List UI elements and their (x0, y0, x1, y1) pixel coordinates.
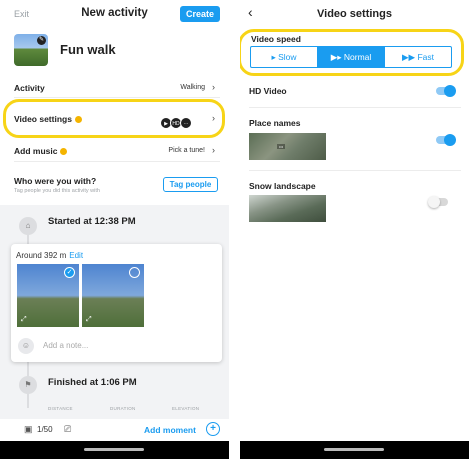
create-button[interactable]: Create (180, 6, 220, 22)
photo-2[interactable]: ⤢ (82, 264, 144, 327)
distance-label: Around 392 m Edit (16, 251, 84, 260)
divider (249, 170, 461, 171)
tag-people-button[interactable]: Tag people (163, 177, 218, 192)
note-input[interactable]: Add a note... (43, 341, 88, 350)
home-icon: ⌂ (19, 217, 37, 235)
top-bar: Exit New activity Create (0, 0, 229, 28)
stat-elevation: ELEVATION (172, 406, 200, 411)
select-circle-icon[interactable] (129, 267, 140, 278)
who-sub: Tag people you did this activity with (14, 188, 100, 194)
check-icon[interactable]: ✓ (64, 267, 75, 278)
activity-name[interactable]: Fun walk (60, 42, 116, 57)
new-activity-screen: Exit New activity Create ✎ Fun walk Acti… (0, 0, 229, 459)
snow-landscape-preview (249, 195, 326, 222)
activity-value[interactable]: Walking (180, 84, 205, 91)
toggle-knob (444, 134, 456, 146)
toggle-knob (444, 85, 456, 97)
snow-landscape-label: Snow landscape (249, 181, 316, 191)
place-names-toggle[interactable] (436, 134, 456, 146)
video-icon[interactable]: ⎚ (64, 424, 71, 435)
finish-time: Finished at 1:06 PM (48, 377, 137, 388)
panel-divider (229, 0, 240, 459)
stat-duration: DURATION (110, 406, 136, 411)
stat-distance: DISTANCE (48, 406, 73, 411)
add-music-label: Add music (14, 146, 58, 156)
image-icon: ▣ (24, 424, 33, 434)
page-title: Video settings (317, 8, 392, 20)
add-music-row[interactable]: Add music (14, 146, 68, 156)
home-pill[interactable] (324, 448, 384, 451)
photo-1[interactable]: ✓ ⤢ (17, 264, 79, 327)
start-time: Started at 12:38 PM (48, 216, 136, 227)
toggle-knob (428, 196, 440, 208)
emoji-icon[interactable]: ☺ (18, 338, 34, 354)
flag-icon: ⚑ (19, 376, 37, 394)
video-settings-highlight (3, 99, 225, 138)
chevron-right-icon: › (212, 145, 215, 155)
coin-icon (60, 148, 68, 156)
snow-landscape-toggle[interactable] (428, 196, 448, 208)
video-speed-highlight (240, 29, 464, 76)
photo-count: 1/50 (37, 425, 53, 434)
add-music-value[interactable]: Pick a tune! (168, 147, 205, 154)
place-names-preview: ••• (249, 133, 326, 160)
add-moment-button[interactable]: Add moment (144, 425, 196, 435)
plus-icon[interactable]: + (206, 422, 220, 436)
bottom-bar: ▣ 1/50 ⎚ Add moment + (0, 419, 229, 441)
video-settings-screen: ‹ Video settings Video speed ▸ Slow ▶▸ N… (240, 0, 469, 459)
system-nav-bar (0, 441, 229, 459)
home-pill[interactable] (84, 448, 144, 451)
expand-icon[interactable]: ⤢ (86, 316, 92, 324)
who-label: Who were you with? (14, 176, 97, 186)
activity-label: Activity (14, 83, 45, 93)
activity-thumbnail[interactable]: ✎ (14, 34, 48, 66)
divider (14, 97, 220, 98)
chevron-right-icon: › (212, 82, 215, 92)
expand-icon[interactable]: ⤢ (21, 316, 27, 324)
place-label-icon: ••• (277, 144, 286, 149)
hd-video-toggle[interactable] (436, 85, 456, 97)
pencil-icon: ✎ (37, 36, 46, 45)
place-names-label: Place names (249, 118, 301, 128)
system-nav-bar (240, 441, 469, 459)
divider (14, 161, 220, 162)
edit-link[interactable]: Edit (69, 251, 83, 260)
hd-video-label: HD Video (249, 86, 287, 96)
moment-card[interactable]: Around 392 m Edit ✓ ⤢ ⤢ ☺ Add a note... (11, 244, 222, 362)
divider (249, 107, 461, 108)
